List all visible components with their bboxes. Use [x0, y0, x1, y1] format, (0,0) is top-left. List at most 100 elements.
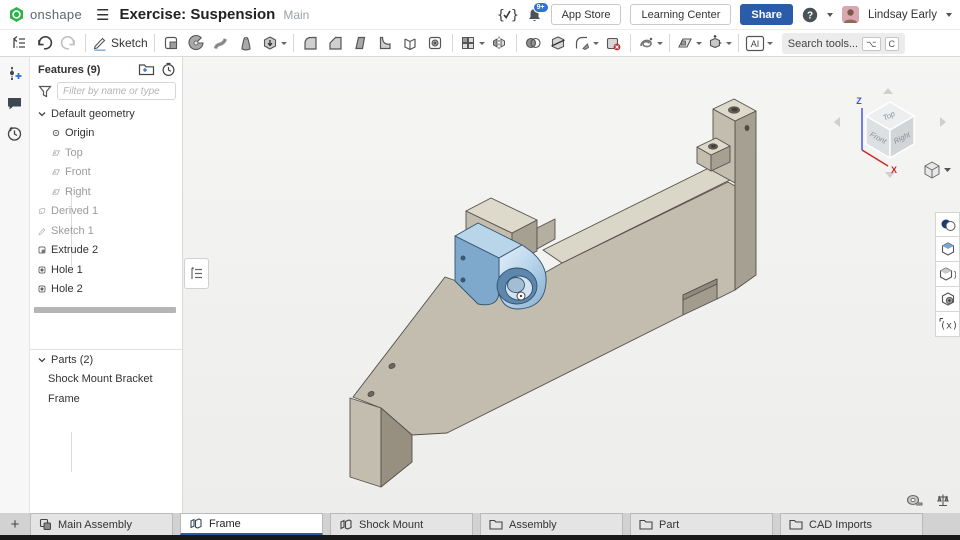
transform-dropdown-caret-icon[interactable]: [726, 42, 732, 45]
folder-icon: [639, 519, 653, 530]
filter-icon[interactable]: [38, 85, 52, 98]
feature-list-toggle-button[interactable]: [6, 32, 31, 55]
add-tab-button[interactable]: +: [4, 513, 26, 535]
appearance-panel-button[interactable]: [935, 212, 960, 237]
sketch-pencil-icon: [92, 35, 108, 51]
tab-part-folder[interactable]: Part: [630, 513, 773, 535]
helix-tool-button[interactable]: [635, 32, 665, 55]
mass-properties-icon[interactable]: [936, 493, 950, 507]
part-studio-tab-icon: [189, 517, 203, 530]
ai-tool-button[interactable]: AI: [743, 32, 775, 55]
3d-model-canvas[interactable]: Top Front Right Z X: [183, 57, 960, 513]
share-button[interactable]: Share: [740, 4, 793, 25]
plane-icon: [52, 149, 60, 157]
view-options-button[interactable]: [925, 162, 951, 178]
linear-pattern-tool-button[interactable]: [457, 32, 487, 55]
featurescript-icon[interactable]: {}: [496, 7, 518, 22]
modify-fillet-dropdown-caret-icon[interactable]: [593, 42, 599, 45]
sketch-button[interactable]: Sketch: [90, 32, 150, 55]
fillet-tool-button[interactable]: [298, 32, 323, 55]
tab-shock-mount[interactable]: Shock Mount: [330, 513, 473, 535]
onshape-logo[interactable]: onshape: [8, 6, 82, 23]
parts-group-header[interactable]: Parts (2): [30, 350, 182, 370]
named-views-panel-button[interactable]: [935, 287, 960, 312]
tab-frame[interactable]: Frame: [180, 513, 323, 535]
user-avatar[interactable]: [842, 6, 859, 23]
frame-part[interactable]: [350, 99, 756, 487]
sweep-tool-button[interactable]: [209, 32, 234, 55]
feature-list-flyout-handle[interactable]: [184, 258, 209, 289]
loft-tool-button[interactable]: [234, 32, 259, 55]
graphics-viewport[interactable]: Top Front Right Z X }: [183, 57, 960, 513]
tab-main-assembly[interactable]: Main Assembly: [30, 513, 173, 535]
help-icon[interactable]: ?: [802, 7, 818, 23]
tree-item-hole-2[interactable]: Hole 2: [30, 280, 182, 300]
delete-face-tool-button[interactable]: [601, 32, 626, 55]
tab-label: Part: [659, 519, 679, 531]
shell-tool-button[interactable]: [398, 32, 423, 55]
redo-button[interactable]: [56, 32, 81, 55]
chevron-down-icon[interactable]: [38, 110, 46, 118]
tab-cad-imports-folder[interactable]: CAD Imports: [780, 513, 923, 535]
plane-dropdown-caret-icon[interactable]: [696, 42, 702, 45]
rollback-bar[interactable]: [34, 307, 176, 313]
tree-item-top-plane[interactable]: Top: [30, 143, 182, 163]
featurescript-panel-button[interactable]: (x): [935, 312, 960, 337]
tree-item-sketch-1[interactable]: Sketch 1: [30, 221, 182, 241]
user-name[interactable]: Lindsay Early: [868, 9, 937, 21]
modify-fillet-tool-button[interactable]: [571, 32, 601, 55]
chevron-down-icon[interactable]: [38, 356, 46, 364]
tab-label: Assembly: [509, 519, 557, 531]
notifications-bell-icon[interactable]: 9+: [527, 7, 542, 23]
document-menu-icon[interactable]: ☰: [96, 6, 109, 24]
learning-center-button[interactable]: Learning Center: [630, 4, 731, 25]
create-folder-icon[interactable]: [138, 63, 155, 76]
mirror-tool-button[interactable]: [487, 32, 512, 55]
help-caret-icon: [827, 13, 833, 17]
comments-icon[interactable]: [6, 96, 23, 111]
tree-item-derived-1[interactable]: Derived 1: [30, 202, 182, 222]
tab-assembly-folder[interactable]: Assembly: [480, 513, 623, 535]
undo-button[interactable]: [31, 32, 56, 55]
search-tools-box[interactable]: Search tools... ⌥ C: [782, 33, 905, 54]
workspace-name[interactable]: Main: [283, 8, 309, 22]
chamfer-tool-button[interactable]: [323, 32, 348, 55]
shortcut-key-c: C: [885, 37, 900, 51]
document-tab-bar: + Main Assembly Frame Shock Mount Assemb…: [0, 513, 960, 535]
pattern-dropdown-caret-icon[interactable]: [479, 42, 485, 45]
history-icon[interactable]: [6, 125, 23, 142]
tree-item-right-plane[interactable]: Right: [30, 182, 182, 202]
rib-tool-button[interactable]: [373, 32, 398, 55]
user-menu-caret-icon[interactable]: [946, 13, 952, 17]
boolean-tool-button[interactable]: [521, 32, 546, 55]
app-store-button[interactable]: App Store: [551, 4, 622, 25]
split-tool-button[interactable]: [546, 32, 571, 55]
draft-tool-button[interactable]: [348, 32, 373, 55]
tree-group-default-geometry[interactable]: Default geometry: [30, 104, 182, 124]
thicken-enclose-tool-button[interactable]: [259, 32, 289, 55]
extrude-tool-button[interactable]: [159, 32, 184, 55]
origin-marker[interactable]: [517, 292, 525, 300]
plane-tool-button[interactable]: [674, 32, 704, 55]
filter-input[interactable]: [57, 82, 176, 100]
helix-dropdown-caret-icon[interactable]: [657, 42, 663, 45]
measure-tool-icon[interactable]: [906, 493, 923, 507]
tree-item-extrude-2[interactable]: Extrude 2: [30, 241, 182, 261]
insert-version-icon[interactable]: [7, 65, 23, 82]
display-states-panel-button[interactable]: [935, 237, 960, 262]
onshape-logo-icon: [8, 6, 25, 23]
tree-item-origin[interactable]: Origin: [30, 124, 182, 144]
tab-label: Main Assembly: [58, 519, 132, 531]
part-item-shock-mount-bracket[interactable]: Shock Mount Bracket: [30, 370, 182, 390]
tree-item-hole-1[interactable]: Hole 1: [30, 260, 182, 280]
hole-tool-button[interactable]: [423, 32, 448, 55]
section-view-panel-button[interactable]: }: [935, 262, 960, 287]
tree-item-front-plane[interactable]: Front: [30, 163, 182, 183]
revolve-tool-button[interactable]: [184, 32, 209, 55]
feature-history-icon[interactable]: [161, 62, 176, 77]
part-item-frame[interactable]: Frame: [30, 389, 182, 409]
hole-icon: [38, 285, 46, 293]
ai-dropdown-caret-icon[interactable]: [767, 42, 773, 45]
thicken-dropdown-caret-icon[interactable]: [281, 42, 287, 45]
transform-tool-button[interactable]: [704, 32, 734, 55]
